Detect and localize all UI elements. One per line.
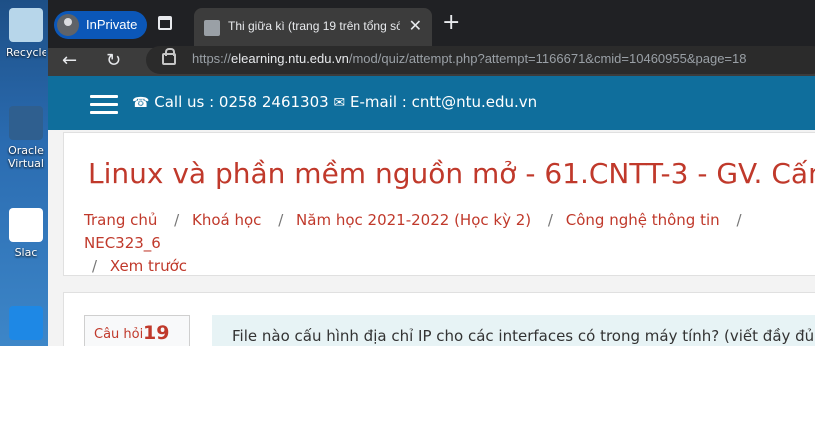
- desktop-icon-label: Oracle Virtual: [8, 144, 44, 170]
- breadcrumb-separator: /: [547, 211, 553, 229]
- breadcrumb-separator: /: [736, 211, 742, 229]
- question-label: Câu hỏi: [94, 327, 144, 342]
- tab-actions-icon[interactable]: [158, 16, 172, 30]
- desktop-icon-recycle[interactable]: Recycle: [6, 8, 46, 59]
- inprivate-badge[interactable]: InPrivate: [54, 11, 148, 39]
- question-area: Câu hỏi 19 File nào cấu hình địa chỉ IP …: [63, 292, 815, 357]
- menu-hamburger-icon[interactable]: [90, 95, 118, 114]
- browser-tab-active[interactable]: Thi giữa kì (trang 19 trên tổng số ✕: [194, 8, 432, 48]
- email-icon: ✉: [333, 95, 346, 111]
- virtualbox-icon: [9, 106, 43, 140]
- breadcrumb-separator: /: [92, 257, 98, 275]
- url-prefix: https://: [192, 51, 232, 66]
- url-path: /mod/quiz/attempt.php?attempt=1166671&cm…: [348, 51, 747, 66]
- desktop-icon-label: Recycle: [6, 46, 46, 59]
- recycle-bin-icon: [9, 8, 43, 42]
- breadcrumb-separator: /: [174, 211, 180, 229]
- breadcrumb-item-courses[interactable]: Khoá học: [192, 211, 261, 229]
- desktop-icon-wifi[interactable]: [6, 306, 46, 344]
- tab-title: Thi giữa kì (trang 19 trên tổng số: [228, 19, 400, 33]
- page-favicon-icon: [204, 20, 220, 36]
- breadcrumb-item-department[interactable]: Công nghệ thông tin: [566, 211, 720, 229]
- refresh-icon[interactable]: ↻: [106, 50, 121, 71]
- desktop: Recycle Oracle Virtual Slac: [0, 0, 48, 346]
- inprivate-label: InPrivate: [86, 17, 138, 32]
- course-header-card: Linux và phần mềm nguồn mở - 61.CNTT-3 -…: [63, 132, 815, 276]
- breadcrumb-item-home[interactable]: Trang chủ: [84, 211, 157, 229]
- address-bar[interactable]: https://elearning.ntu.edu.vn/mod/quiz/at…: [146, 46, 815, 74]
- back-arrow-icon[interactable]: ←: [62, 50, 77, 71]
- email-text: E-mail : cntt@ntu.edu.vn: [349, 93, 538, 111]
- phone-icon: ☎: [132, 95, 150, 111]
- url-text[interactable]: https://elearning.ntu.edu.vn/mod/quiz/at…: [192, 51, 747, 66]
- desktop-icon-virtualbox[interactable]: Oracle Virtual: [6, 106, 46, 170]
- contact-info: ☎ Call us : 0258 2461303 ✉ E-mail : cntt…: [132, 93, 537, 111]
- breadcrumb-item-preview[interactable]: Xem trước: [110, 257, 187, 275]
- new-tab-icon[interactable]: +: [442, 10, 460, 35]
- breadcrumb-item-course[interactable]: NEC323_6: [84, 234, 161, 252]
- url-host: elearning.ntu.edu.vn: [231, 51, 349, 66]
- desktop-icon-slack[interactable]: Slac: [6, 208, 46, 259]
- question-number: 19: [143, 322, 170, 344]
- close-tab-icon[interactable]: ✕: [409, 16, 422, 35]
- slack-icon: [9, 208, 43, 242]
- lock-icon[interactable]: [162, 48, 176, 65]
- breadcrumb: Trang chủ / Khoá học / Năm học 2021-2022…: [84, 209, 815, 278]
- breadcrumb-item-year[interactable]: Năm học 2021-2022 (Học kỳ 2): [296, 211, 531, 229]
- breadcrumb-separator: /: [278, 211, 284, 229]
- question-text: File nào cấu hình địa chỉ IP cho các int…: [232, 327, 815, 345]
- phone-text: Call us : 0258 2461303: [154, 93, 329, 111]
- browser-tab-bar: InPrivate Thi giữa kì (trang 19 trên tổn…: [48, 0, 815, 48]
- blank-lower-area: [0, 346, 815, 440]
- course-title: Linux và phần mềm nguồn mở - 61.CNTT-3 -…: [88, 157, 815, 190]
- desktop-icon-label: Slac: [14, 246, 38, 259]
- site-header: ☎ Call us : 0258 2461303 ✉ E-mail : cntt…: [48, 76, 815, 130]
- wifi-app-icon: [9, 306, 43, 340]
- profile-avatar-icon: [57, 14, 79, 36]
- browser-toolbar: ← ↻ https://elearning.ntu.edu.vn/mod/qui…: [48, 46, 815, 76]
